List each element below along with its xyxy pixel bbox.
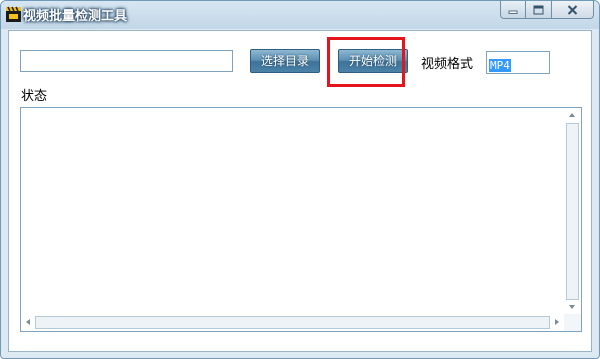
main-panel: 选择目录 开始检测 视频格式 MP4 状态 xyxy=(8,30,592,352)
video-format-value: MP4 xyxy=(489,59,511,72)
minimize-icon xyxy=(508,10,518,14)
directory-path-input[interactable] xyxy=(20,50,233,72)
select-directory-button[interactable]: 选择目录 xyxy=(250,49,320,73)
close-icon xyxy=(567,4,578,15)
maximize-icon xyxy=(533,5,544,14)
window-title: 视频批量检测工具 xyxy=(23,9,128,24)
scroll-up-icon[interactable] xyxy=(569,113,575,117)
close-button[interactable] xyxy=(552,1,594,19)
video-format-label: 视频格式 xyxy=(421,57,474,72)
minimize-button[interactable] xyxy=(500,1,526,19)
status-textarea[interactable] xyxy=(20,107,582,332)
window-controls xyxy=(500,1,594,19)
scroll-down-icon[interactable] xyxy=(569,305,575,309)
scroll-right-icon[interactable] xyxy=(555,319,559,325)
status-label: 状态 xyxy=(21,89,48,104)
app-window: 视频批量检测工具 选择目录 开始检测 视频格式 MP4 状态 xyxy=(0,0,600,359)
vertical-scrollbar[interactable] xyxy=(564,108,581,314)
scroll-corner xyxy=(564,314,581,331)
clapperboard-icon xyxy=(6,6,21,22)
title-bar[interactable]: 视频批量检测工具 xyxy=(1,1,599,29)
video-format-input[interactable]: MP4 xyxy=(486,51,550,74)
vertical-scroll-thumb[interactable] xyxy=(566,123,579,300)
maximize-button[interactable] xyxy=(526,1,552,19)
highlight-box xyxy=(327,37,405,87)
horizontal-scrollbar[interactable] xyxy=(21,314,564,331)
scroll-left-icon[interactable] xyxy=(26,319,30,325)
horizontal-scroll-thumb[interactable] xyxy=(35,316,550,329)
